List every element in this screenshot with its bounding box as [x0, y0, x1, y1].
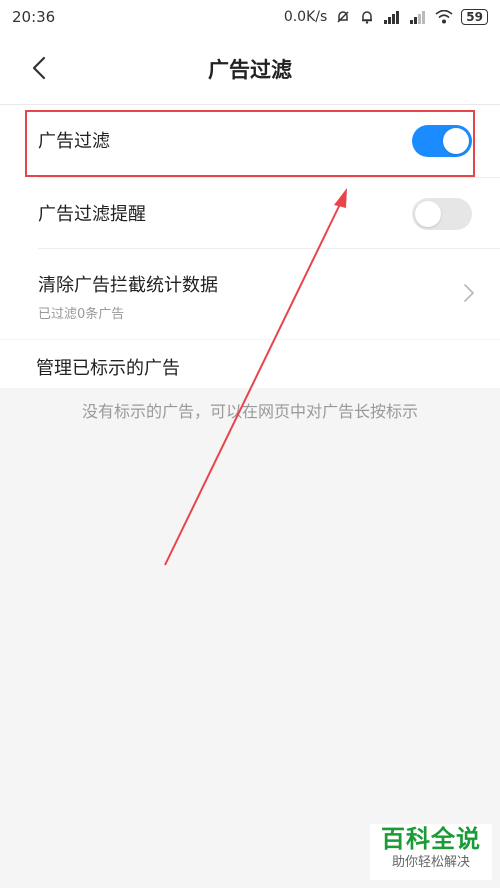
marked-ads-title: 管理已标示的广告 [36, 358, 180, 379]
signal-icon [410, 11, 426, 24]
status-bar: 20:36 0.0K/s 59 [0, 0, 500, 34]
page-title: 广告过滤 [208, 58, 292, 82]
chevron-right-icon [464, 284, 474, 302]
marked-ads-empty-text: 没有标示的广告，可以在网页中对广告长按标示 [81, 402, 418, 421]
mute-bell-icon [337, 11, 349, 23]
nav-bar: 广告过滤 [0, 34, 500, 104]
status-time: 20:36 [12, 8, 56, 26]
ad-filter-reminder-row[interactable]: 广告过滤提醒 [38, 178, 500, 248]
signal-icon [384, 11, 400, 24]
status-icons: 0.0K/s 59 [284, 9, 488, 25]
watermark-subtitle: 助你轻松解决 [391, 855, 470, 870]
network-speed: 0.0K/s [283, 9, 328, 25]
clear-stats-row[interactable]: 清除广告拦截统计数据 已过滤0条广告 [38, 249, 500, 339]
toggle-knob [415, 201, 441, 227]
marked-ads-section[interactable]: 管理已标示的广告 [0, 340, 500, 388]
watermark-logo: 百科全说 助你轻松解决 [370, 824, 492, 880]
clear-stats-sub: 已过滤0条广告 [38, 307, 125, 322]
highlight-box [25, 110, 475, 177]
battery-icon: 59 [461, 9, 488, 25]
clear-stats-label: 清除广告拦截统计数据 [38, 275, 218, 296]
wifi-icon [435, 10, 453, 24]
watermark-title: 百科全说 [381, 825, 481, 853]
ad-filter-reminder-label: 广告过滤提醒 [38, 204, 146, 225]
alarm-icon [362, 11, 373, 24]
ad-filter-reminder-toggle[interactable] [412, 198, 472, 230]
